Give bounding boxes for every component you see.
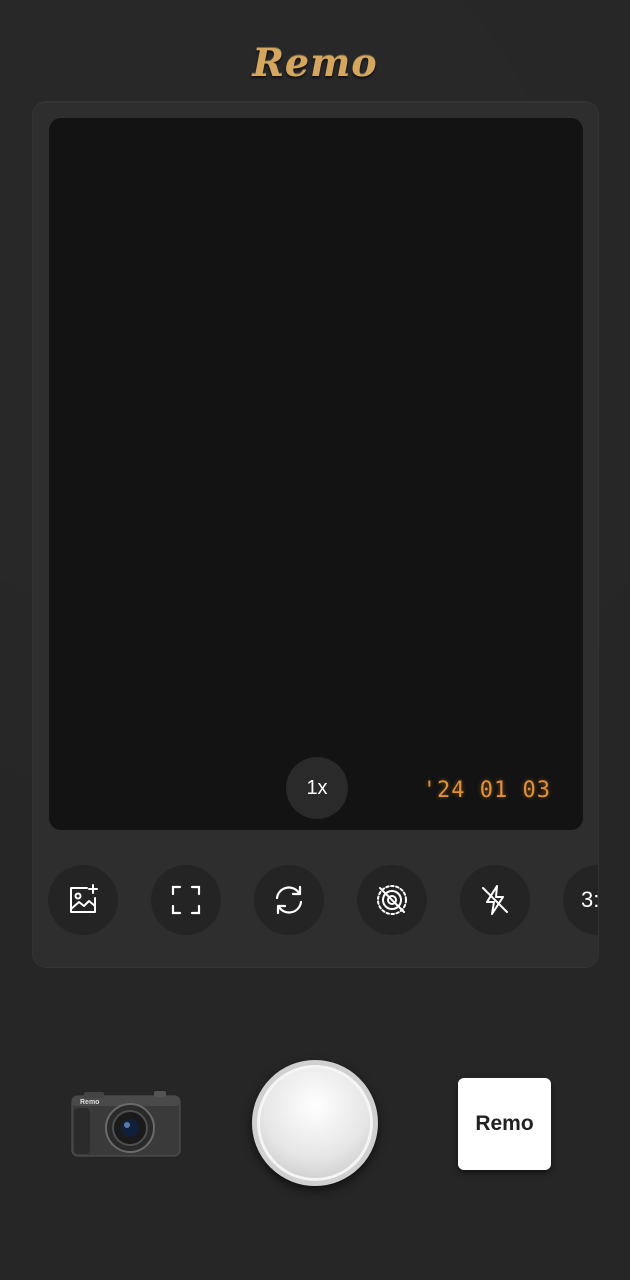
shutter-button[interactable] [252,1060,378,1186]
aspect-ratio-label: 3: [581,887,599,912]
flash-off-icon [482,885,508,915]
frame-icon [171,885,201,915]
date-stamp: '24 01 03 [422,778,551,803]
camera-brand-label: Remo [80,1099,99,1106]
add-image-button[interactable] [48,865,118,935]
camera-toolbar: 3: [48,865,599,935]
gallery-preview-label: Remo [475,1112,534,1135]
camera-select-icon[interactable]: Remo [70,1090,182,1158]
frame-button[interactable] [151,865,221,935]
flash-off-button[interactable] [460,865,530,935]
gallery-preview-button[interactable]: Remo [458,1078,551,1170]
viewfinder[interactable]: 1x '24 01 03 [49,118,583,830]
zoom-button[interactable]: 1x [286,757,348,819]
bottom-controls: Remo Remo [0,1060,630,1190]
add-image-icon [70,884,98,913]
timer-off-icon [377,885,407,915]
timer-off-button[interactable] [357,865,427,935]
aspect-ratio-button[interactable]: 3: [563,865,599,935]
app-logo: Remo [252,40,378,85]
switch-camera-button[interactable] [254,865,324,935]
switch-camera-icon [275,885,303,915]
camera-panel: 1x '24 01 03 3: [32,101,599,968]
